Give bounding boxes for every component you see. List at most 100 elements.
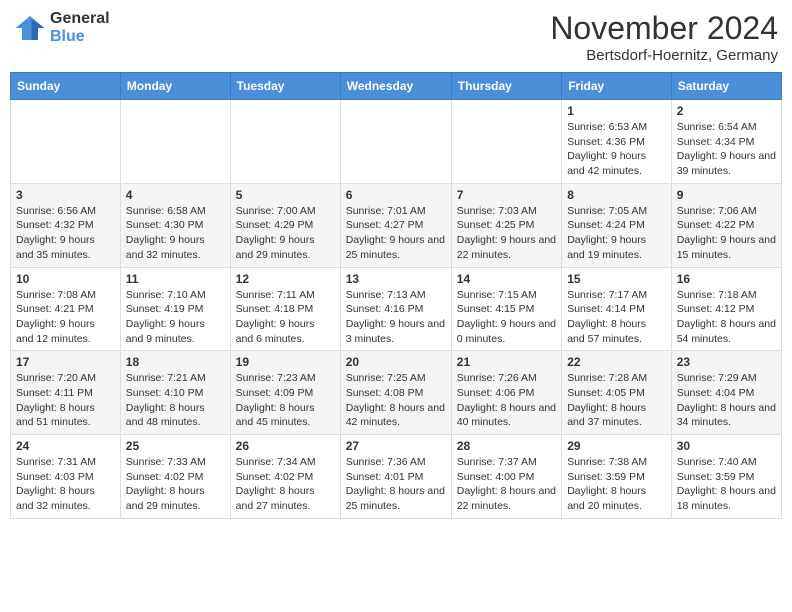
calendar-table: SundayMondayTuesdayWednesdayThursdayFrid… [10,72,782,519]
calendar-day-cell: 27 Sunrise: 7:36 AMSunset: 4:01 PMDayligh… [340,435,451,519]
calendar-day-cell: 3 Sunrise: 6:56 AMSunset: 4:32 PMDaylight… [11,183,121,267]
calendar-day-cell: 17 Sunrise: 7:20 AMSunset: 4:11 PMDayligh… [11,351,121,435]
calendar-day-cell: 29Sunrise: 7:38 AMSunset: 3:59 PMDayligh… [562,435,672,519]
day-info: Sunrise: 7:29 AMSunset: 4:04 PMDaylight:… [677,371,776,430]
logo-text: General Blue [50,10,110,45]
day-info: Sunrise: 7:11 AMSunset: 4:18 PMDaylight:… [236,288,335,347]
day-number: 13 [346,272,446,286]
day-number: 3 [16,188,115,202]
title-area: November 2024 Bertsdorf-Hoernitz, German… [550,10,778,64]
calendar-week-row: 1 Sunrise: 6:53 AMSunset: 4:36 PMDaylight… [11,100,782,184]
day-number: 27 [346,439,446,453]
calendar-day-cell: 25Sunrise: 7:33 AMSunset: 4:02 PMDayligh… [120,435,230,519]
calendar-week-row: 3 Sunrise: 6:56 AMSunset: 4:32 PMDaylight… [11,183,782,267]
day-info: Sunrise: 7:00 AMSunset: 4:29 PMDaylight:… [236,204,335,263]
calendar-day-cell: 5 Sunrise: 7:00 AMSunset: 4:29 PMDaylight… [230,183,340,267]
day-number: 20 [346,355,446,369]
weekday-header-wednesday: Wednesday [340,73,451,100]
calendar-day-cell: 18 Sunrise: 7:21 AMSunset: 4:10 PMDayligh… [120,351,230,435]
day-info: Sunrise: 7:05 AMSunset: 4:24 PMDaylight:… [567,204,666,263]
calendar-week-row: 17 Sunrise: 7:20 AMSunset: 4:11 PMDayligh… [11,351,782,435]
calendar-day-cell: 24Sunrise: 7:31 AMSunset: 4:03 PMDayligh… [11,435,121,519]
day-number: 22 [567,355,666,369]
calendar-day-cell: 30 Sunrise: 7:40 AMSunset: 3:59 PMDayligh… [671,435,781,519]
day-info: Sunrise: 7:23 AMSunset: 4:09 PMDaylight:… [236,371,335,430]
calendar-day-cell: 21 Sunrise: 7:26 AMSunset: 4:06 PMDayligh… [451,351,561,435]
day-info: Sunrise: 7:20 AMSunset: 4:11 PMDaylight:… [16,371,115,430]
day-info: Sunrise: 6:54 AMSunset: 4:34 PMDaylight:… [677,120,776,179]
page-header: General Blue November 2024 Bertsdorf-Hoe… [10,10,782,64]
calendar-day-cell: 15 Sunrise: 7:17 AMSunset: 4:14 PMDayligh… [562,267,672,351]
weekday-header-row: SundayMondayTuesdayWednesdayThursdayFrid… [11,73,782,100]
day-number: 2 [677,104,776,118]
weekday-header-friday: Friday [562,73,672,100]
day-number: 14 [457,272,556,286]
day-number: 30 [677,439,776,453]
day-info: Sunrise: 7:28 AMSunset: 4:05 PMDaylight:… [567,371,666,430]
calendar-day-cell: 2 Sunrise: 6:54 AMSunset: 4:34 PMDaylight… [671,100,781,184]
calendar-day-cell: 10 Sunrise: 7:08 AMSunset: 4:21 PMDayligh… [11,267,121,351]
day-number: 24 [16,439,115,453]
calendar-day-cell: 6 Sunrise: 7:01 AMSunset: 4:27 PMDaylight… [340,183,451,267]
calendar-day-cell: 22 Sunrise: 7:28 AMSunset: 4:05 PMDayligh… [562,351,672,435]
logo-general-text: General [50,10,110,28]
weekday-header-sunday: Sunday [11,73,121,100]
day-info: Sunrise: 7:08 AMSunset: 4:21 PMDaylight:… [16,288,115,347]
calendar-day-cell: 8Sunrise: 7:05 AMSunset: 4:24 PMDaylight… [562,183,672,267]
day-number: 5 [236,188,335,202]
day-info: Sunrise: 6:58 AMSunset: 4:30 PMDaylight:… [126,204,225,263]
empty-calendar-cell [340,100,451,184]
day-info: Sunrise: 7:34 AMSunset: 4:02 PMDaylight:… [236,455,335,514]
calendar-day-cell: 23 Sunrise: 7:29 AMSunset: 4:04 PMDayligh… [671,351,781,435]
day-number: 7 [457,188,556,202]
calendar-day-cell: 4 Sunrise: 6:58 AMSunset: 4:30 PMDaylight… [120,183,230,267]
day-number: 1 [567,104,666,118]
month-title: November 2024 [550,10,778,47]
day-number: 9 [677,188,776,202]
day-number: 16 [677,272,776,286]
calendar-day-cell: 9 Sunrise: 7:06 AMSunset: 4:22 PMDaylight… [671,183,781,267]
day-number: 4 [126,188,225,202]
calendar-day-cell: 1 Sunrise: 6:53 AMSunset: 4:36 PMDaylight… [562,100,672,184]
day-number: 21 [457,355,556,369]
day-info: Sunrise: 6:56 AMSunset: 4:32 PMDaylight:… [16,204,115,263]
day-info: Sunrise: 7:26 AMSunset: 4:06 PMDaylight:… [457,371,556,430]
day-info: Sunrise: 7:17 AMSunset: 4:14 PMDaylight:… [567,288,666,347]
day-info: Sunrise: 7:25 AMSunset: 4:08 PMDaylight:… [346,371,446,430]
day-info: Sunrise: 7:36 AMSunset: 4:01 PMDaylight:… [346,455,446,514]
day-number: 17 [16,355,115,369]
logo-blue-text: Blue [50,28,110,46]
day-info: Sunrise: 7:21 AMSunset: 4:10 PMDaylight:… [126,371,225,430]
location-title: Bertsdorf-Hoernitz, Germany [550,47,778,64]
day-info: Sunrise: 7:33 AMSunset: 4:02 PMDaylight:… [126,455,225,514]
day-info: Sunrise: 7:06 AMSunset: 4:22 PMDaylight:… [677,204,776,263]
day-number: 6 [346,188,446,202]
calendar-day-cell: 28Sunrise: 7:37 AMSunset: 4:00 PMDayligh… [451,435,561,519]
day-number: 10 [16,272,115,286]
weekday-header-saturday: Saturday [671,73,781,100]
weekday-header-monday: Monday [120,73,230,100]
day-number: 26 [236,439,335,453]
day-number: 29 [567,439,666,453]
day-number: 12 [236,272,335,286]
day-info: Sunrise: 7:01 AMSunset: 4:27 PMDaylight:… [346,204,446,263]
calendar-day-cell: 11Sunrise: 7:10 AMSunset: 4:19 PMDayligh… [120,267,230,351]
calendar-week-row: 24Sunrise: 7:31 AMSunset: 4:03 PMDayligh… [11,435,782,519]
calendar-week-row: 10 Sunrise: 7:08 AMSunset: 4:21 PMDayligh… [11,267,782,351]
day-number: 15 [567,272,666,286]
day-info: Sunrise: 7:10 AMSunset: 4:19 PMDaylight:… [126,288,225,347]
calendar-day-cell: 14 Sunrise: 7:15 AMSunset: 4:15 PMDayligh… [451,267,561,351]
day-info: Sunrise: 7:13 AMSunset: 4:16 PMDaylight:… [346,288,446,347]
calendar-day-cell: 13 Sunrise: 7:13 AMSunset: 4:16 PMDayligh… [340,267,451,351]
calendar-day-cell: 20 Sunrise: 7:25 AMSunset: 4:08 PMDayligh… [340,351,451,435]
logo-icon [14,12,46,44]
day-number: 23 [677,355,776,369]
calendar-day-cell: 7Sunrise: 7:03 AMSunset: 4:25 PMDaylight… [451,183,561,267]
day-number: 19 [236,355,335,369]
logo: General Blue [14,10,110,45]
weekday-header-thursday: Thursday [451,73,561,100]
day-info: Sunrise: 7:15 AMSunset: 4:15 PMDaylight:… [457,288,556,347]
day-info: Sunrise: 6:53 AMSunset: 4:36 PMDaylight:… [567,120,666,179]
day-info: Sunrise: 7:40 AMSunset: 3:59 PMDaylight:… [677,455,776,514]
day-number: 18 [126,355,225,369]
